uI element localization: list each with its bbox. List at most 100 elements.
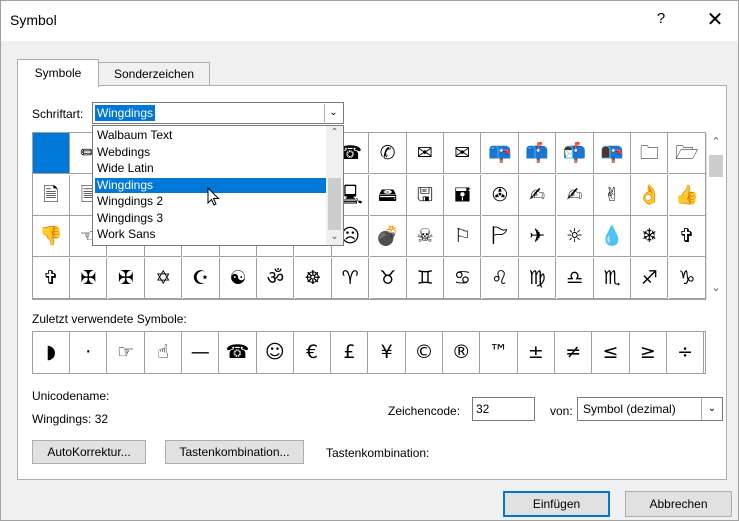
tab-symbole-label: Symbole	[34, 66, 82, 80]
help-button[interactable]: ?	[651, 10, 671, 27]
recent-symbols: ◗ · ☞ ☝ — ☎ ☺ € £ ¥ © ® ™ ± ≠ ≤ ≥ ÷	[32, 331, 706, 374]
from-select[interactable]: Symbol (dezimal) ⌄	[577, 397, 723, 421]
symbol-cell[interactable]: ✠	[107, 257, 145, 299]
symbol-cell[interactable]: ☪	[182, 257, 220, 299]
symbol-cell[interactable]: ❄	[631, 216, 669, 257]
symbol-cell[interactable]: ✆	[369, 133, 407, 174]
font-combobox[interactable]: Wingdings ⌄	[92, 102, 344, 124]
symbol-cell[interactable]: ♎	[556, 257, 594, 299]
recent-symbol-cell[interactable]: ☺	[257, 332, 294, 373]
recent-label: Zuletzt verwendete Symbole:	[32, 312, 187, 326]
symbol-cell[interactable]: 📬	[556, 133, 594, 174]
autocorrect-button[interactable]: AutoKorrektur...	[32, 440, 146, 464]
symbol-cell[interactable]: 📪	[481, 133, 519, 174]
from-select-value: Symbol (dezimal)	[583, 402, 676, 416]
symbol-cell[interactable]: 📭	[594, 133, 631, 174]
close-button[interactable]: ✕	[701, 7, 729, 32]
symbol-cell[interactable]: ✇	[481, 174, 519, 216]
symbol-cell[interactable]: ♍	[519, 257, 557, 299]
recent-symbol-cell[interactable]: ™	[481, 332, 518, 373]
font-option[interactable]: Walbaum Text	[95, 128, 326, 143]
recent-symbol-cell[interactable]: ≥	[630, 332, 667, 373]
chevron-down-icon[interactable]: ⌄	[701, 398, 722, 420]
recent-symbol-cell[interactable]: ¥	[369, 332, 406, 373]
symbol-cell[interactable]: 🖬	[444, 174, 482, 216]
symbol-cell[interactable]: 🗎	[33, 174, 70, 216]
symbol-cell[interactable]: 🖴	[369, 174, 407, 216]
symbol-cell[interactable]: ॐ	[257, 257, 295, 299]
symbol-cell[interactable]: ♊	[407, 257, 444, 299]
symbol-cell[interactable]: ☸	[294, 257, 332, 299]
symbol-cell[interactable]: 📫	[519, 133, 557, 174]
symbol-cell[interactable]: ☯	[220, 257, 257, 299]
recent-symbol-cell[interactable]: ☝	[145, 332, 182, 373]
symbol-cell[interactable]: ♉	[369, 257, 407, 299]
font-option[interactable]: Wingdings 3	[95, 211, 326, 226]
symbol-cell[interactable]: ⚐	[444, 216, 482, 257]
symbol-cell[interactable]: 👎	[33, 216, 70, 257]
symbol-cell[interactable]: 🗁	[668, 133, 706, 174]
font-combobox-value[interactable]: Wingdings	[95, 105, 156, 121]
symbol-cell[interactable]: ☼	[556, 216, 594, 257]
shortcut-label: Tastenkombination:	[326, 446, 430, 460]
tab-sonderzeichen[interactable]: Sonderzeichen	[98, 62, 210, 86]
recent-symbol-cell[interactable]: £	[331, 332, 369, 373]
symbol-cell[interactable]: ✌	[594, 174, 631, 216]
symbol-grid-scrollbar[interactable]: ⌃ ⌄	[706, 133, 725, 299]
symbol-cell[interactable]: 👌	[631, 174, 669, 216]
symbol-cell[interactable]: ✈	[519, 216, 557, 257]
recent-symbol-cell[interactable]: ÷	[667, 332, 705, 373]
symbol-cell[interactable]: ✍	[519, 174, 557, 216]
tab-symbole[interactable]: Symbole	[17, 59, 99, 87]
symbol-cell[interactable]: ♌	[481, 257, 519, 299]
scrollbar-thumb[interactable]	[709, 155, 723, 177]
symbol-cell[interactable]: 👍	[668, 174, 706, 216]
symbol-cell[interactable]: 💧	[594, 216, 631, 257]
symbol-cell[interactable]: 💣	[369, 216, 407, 257]
recent-symbol-cell[interactable]: ®	[443, 332, 481, 373]
shortcut-key-button[interactable]: Tastenkombination...	[165, 440, 304, 464]
symbol-cell[interactable]: ♐	[631, 257, 669, 299]
recent-symbol-cell[interactable]: ☞	[108, 332, 145, 373]
unicode-name-label: Unicodename:	[32, 389, 110, 403]
recent-symbol-cell[interactable]: ©	[406, 332, 443, 373]
scroll-down-icon[interactable]: ⌄	[707, 279, 725, 297]
symbol-cell[interactable]: 🗀	[631, 133, 669, 174]
recent-symbol-cell[interactable]: ◗	[33, 332, 70, 373]
font-option[interactable]: Work Sans	[95, 227, 326, 242]
scroll-up-icon[interactable]: ⌃	[326, 126, 343, 140]
scrollbar-thumb[interactable]	[328, 178, 341, 230]
symbol-cell[interactable]	[33, 133, 70, 174]
symbol-cell[interactable]: ♑	[668, 257, 706, 299]
recent-symbol-cell[interactable]: ±	[518, 332, 555, 373]
font-option[interactable]: Webdings	[95, 145, 326, 160]
symbol-cell[interactable]: ☠	[407, 216, 444, 257]
symbol-cell[interactable]: ♏	[594, 257, 631, 299]
symbol-cell[interactable]: ✉	[407, 133, 444, 174]
insert-button[interactable]: Einfügen	[503, 491, 610, 517]
symbol-cell[interactable]: ✞	[33, 257, 70, 299]
recent-symbol-cell[interactable]: —	[182, 332, 220, 373]
symbol-cell[interactable]: ✍	[556, 174, 594, 216]
symbol-cell[interactable]: ✉	[444, 133, 482, 174]
recent-symbol-cell[interactable]: ·	[70, 332, 108, 373]
symbol-cell[interactable]: ✞	[668, 216, 706, 257]
unicode-name-value: Wingdings: 32	[32, 412, 109, 426]
symbol-cell[interactable]: ♈	[332, 257, 370, 299]
scroll-up-icon[interactable]: ⌃	[707, 133, 725, 151]
symbol-cell[interactable]: ✡	[145, 257, 183, 299]
scroll-down-icon[interactable]: ⌄	[326, 230, 343, 244]
font-dropdown-scrollbar[interactable]: ⌃ ⌄	[326, 126, 343, 245]
recent-symbol-cell[interactable]: €	[294, 332, 332, 373]
recent-symbol-cell[interactable]: ☎	[220, 332, 257, 373]
symbol-cell[interactable]: 🏱	[481, 216, 519, 257]
recent-symbol-cell[interactable]: ≠	[555, 332, 593, 373]
symbol-cell[interactable]: 🖫	[407, 174, 444, 216]
recent-symbol-cell[interactable]: ≤	[593, 332, 630, 373]
font-option[interactable]: Wide Latin	[95, 161, 326, 176]
charcode-input[interactable]: 32	[472, 397, 535, 421]
symbol-cell[interactable]: ✠	[70, 257, 108, 299]
cancel-button[interactable]: Abbrechen	[625, 491, 732, 517]
chevron-down-icon[interactable]: ⌄	[324, 104, 342, 122]
symbol-cell[interactable]: ♋	[444, 257, 482, 299]
